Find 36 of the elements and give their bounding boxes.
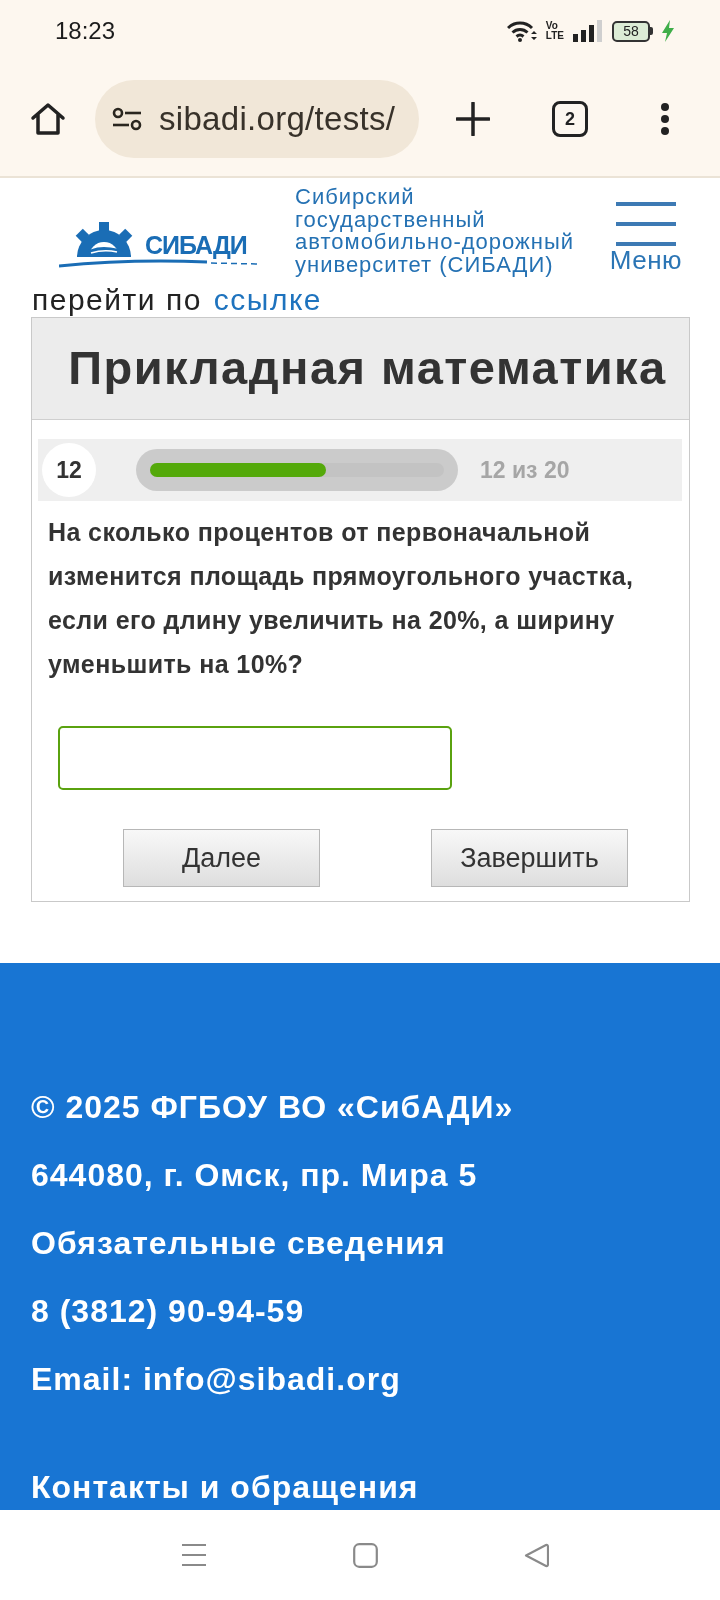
plus-icon[interactable]	[456, 102, 490, 136]
square-icon[interactable]	[353, 1542, 378, 1568]
network-type-label: LTE	[545, 31, 564, 41]
footer-text: Email: info@sibadi.org	[31, 1360, 402, 1398]
signal-bars-icon	[573, 20, 603, 42]
clock-time: 18:23	[55, 16, 116, 46]
road-swoosh-icon	[59, 258, 257, 268]
url-text: sibadi.org/tests/	[159, 99, 396, 140]
address-bar[interactable]: sibadi.org/tests/	[95, 80, 419, 158]
page-text: перейти по	[32, 285, 202, 315]
hamburger-icon	[615, 202, 676, 246]
university-name: Сибирский государственный автомобильно-дорожный университет (СИБАДИ)	[295, 186, 576, 277]
finish-button[interactable]: Завершить	[431, 829, 628, 887]
back-icon[interactable]	[524, 1542, 549, 1568]
battery-indicator: 58	[612, 20, 653, 42]
logo-text: СИБАДИ	[145, 232, 247, 258]
tune-icon[interactable]	[112, 107, 142, 131]
next-button[interactable]: Далее	[123, 829, 320, 887]
answer-field[interactable]	[58, 726, 452, 790]
footer-text: Обязательные сведения	[31, 1224, 447, 1262]
footer-text: © 2025 ФГБОУ ВО «СибАДИ»	[31, 1088, 515, 1126]
test-title: Прикладная математика	[32, 318, 689, 420]
tab-switcher-button[interactable]: 2	[552, 101, 588, 137]
network-type-label: Vo	[545, 21, 559, 31]
more-options-icon[interactable]	[660, 103, 670, 135]
question-text: На сколько процентов от первоначальной изменится площадь прямоугольного участка, если его длину увеличить на 20%, а ширину уменьшить на 10%?	[48, 517, 635, 680]
progress-label: 12 из 20	[480, 455, 570, 485]
wifi-icon	[506, 20, 537, 42]
text-link[interactable]: ссылке	[213, 285, 323, 315]
footer-text: Контакты и обращения	[31, 1468, 420, 1506]
home-icon[interactable]	[30, 101, 66, 137]
footer-text: 644080, г. Омск, пр. Мира 5	[31, 1156, 479, 1194]
question-number-badge: 12	[42, 443, 96, 497]
menu-button[interactable]: Меню	[609, 202, 682, 274]
menu-icon[interactable]	[181, 1543, 207, 1567]
footer-text: 8 (3812) 90-94-59	[31, 1292, 306, 1330]
